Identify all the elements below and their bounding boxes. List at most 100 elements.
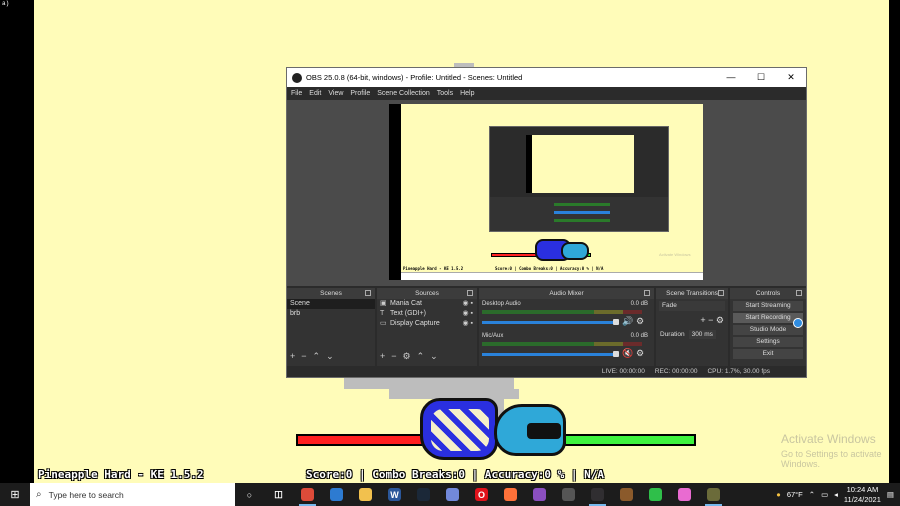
obs-docks: Scenes Scene brb + − ⌃ ⌄ Sources ▣ Mania Cat… — [287, 288, 806, 366]
weather-temp[interactable]: 67°F — [787, 490, 803, 499]
minimize-button[interactable]: — — [716, 72, 746, 83]
health-bar-player — [566, 434, 696, 446]
menu-file[interactable]: File — [291, 90, 302, 97]
search-box[interactable]: ⌕ Type here to search — [30, 483, 235, 506]
preview-taskbar — [401, 272, 703, 280]
task-view-icon[interactable]: ◫ — [264, 483, 293, 506]
menu-scene-collection[interactable]: Scene Collection — [377, 90, 430, 97]
add-icon[interactable]: + — [700, 315, 705, 325]
gear-icon[interactable]: ⚙ — [403, 351, 411, 362]
opera-icon[interactable]: O — [467, 483, 496, 506]
scene-item[interactable]: brb — [287, 309, 375, 319]
gamepad-icon[interactable] — [641, 483, 670, 506]
undock-icon[interactable] — [718, 290, 724, 296]
channel-db: 0.0 dB — [630, 301, 648, 307]
source-item[interactable]: ▭ Display Capture ◉ ▪ — [377, 319, 477, 329]
slider-handle[interactable] — [613, 319, 619, 325]
volume-slider[interactable] — [482, 321, 617, 324]
word-icon[interactable]: W — [380, 483, 409, 506]
muted-speaker-icon[interactable]: 🔇 — [622, 348, 633, 359]
minecraft-icon[interactable] — [612, 483, 641, 506]
browser-icon[interactable] — [496, 483, 525, 506]
duration-row: Duration 300 ms — [656, 328, 728, 341]
undock-icon[interactable] — [467, 290, 473, 296]
background-stairs-lower — [344, 377, 514, 389]
menu-view[interactable]: View — [328, 90, 343, 97]
source-item[interactable]: ▣ Mania Cat ◉ ▪ — [377, 299, 477, 309]
menu-tools[interactable]: Tools — [437, 90, 453, 97]
maximize-button[interactable]: ☐ — [746, 72, 776, 83]
close-button[interactable]: ✕ — [776, 72, 806, 83]
steam-icon[interactable] — [409, 483, 438, 506]
game-icon[interactable] — [699, 483, 728, 506]
notifications-icon[interactable]: ▤ — [887, 490, 894, 499]
image-icon: ▣ — [380, 300, 387, 307]
undock-icon[interactable] — [644, 290, 650, 296]
fnf-engine-icon-glyph — [562, 488, 575, 501]
scenes-header: Scenes — [287, 288, 375, 299]
eye-icon[interactable]: ◉ ▪ — [462, 309, 473, 319]
duration-input[interactable]: 300 ms — [688, 330, 716, 339]
scenes-title: Scenes — [320, 290, 342, 297]
chrome-icon[interactable] — [293, 483, 322, 506]
eye-icon[interactable]: ◉ ▪ — [462, 319, 473, 329]
move-down-icon[interactable]: ⌄ — [326, 351, 334, 362]
gear-icon[interactable]: ⚙ — [716, 315, 724, 325]
scene-item[interactable]: Scene — [287, 299, 375, 309]
start-streaming-button[interactable]: Start Streaming — [733, 301, 803, 311]
obs-preview[interactable]: Pineapple Hard - KE 1.5.2 Score:0 | Comb… — [287, 100, 806, 286]
volume-icon[interactable]: ◂ — [834, 490, 838, 499]
remove-icon[interactable]: − — [301, 351, 306, 362]
game-icon-glyph — [707, 488, 720, 501]
remove-icon[interactable]: − — [391, 351, 396, 362]
headphones-icon-glyph — [533, 488, 546, 501]
cpu-status: CPU: 1.7%, 30.00 fps — [707, 368, 770, 375]
add-icon[interactable]: + — [290, 351, 295, 362]
move-up-icon[interactable]: ⌃ — [313, 351, 321, 362]
gear-icon[interactable]: ⚙ — [636, 348, 644, 359]
file-explorer-icon[interactable] — [351, 483, 380, 506]
taskbar-apps: ○ ◫ W O — [235, 483, 728, 506]
move-up-icon[interactable]: ⌃ — [417, 351, 425, 362]
weather-icon[interactable]: ● — [776, 490, 781, 499]
remove-icon[interactable]: − — [708, 315, 713, 325]
chevron-up-icon[interactable]: ⌃ — [809, 490, 815, 499]
mixer-channel-desktop: Desktop Audio 0.0 dB 🔊 ⚙ — [479, 299, 654, 331]
cortana-icon[interactable]: ○ — [235, 483, 264, 506]
exit-button[interactable]: Exit — [733, 349, 803, 359]
obs-icon[interactable] — [583, 483, 612, 506]
undock-icon[interactable] — [796, 290, 802, 296]
pineapple-character — [420, 398, 498, 460]
add-icon[interactable]: + — [380, 351, 385, 362]
volume-slider[interactable] — [482, 353, 617, 356]
slider-handle[interactable] — [613, 351, 619, 357]
move-down-icon[interactable]: ⌄ — [430, 351, 438, 362]
menu-help[interactable]: Help — [460, 90, 474, 97]
windows-taskbar: ⊞ ⌕ Type here to search ○ ◫ W O ● 67°F ⌃ ▭ ◂… — [0, 483, 900, 506]
headphones-icon[interactable] — [525, 483, 554, 506]
undock-icon[interactable] — [365, 290, 371, 296]
gear-icon[interactable]: ⚙ — [636, 316, 644, 327]
discord-icon[interactable] — [438, 483, 467, 506]
obs-window[interactable]: OBS 25.0.8 (64-bit, windows) - Profile: … — [286, 67, 807, 378]
edge-icon[interactable] — [322, 483, 351, 506]
fnf-engine-icon[interactable] — [554, 483, 583, 506]
transition-select[interactable]: Fade — [659, 301, 725, 311]
speaker-icon[interactable]: 🔊 — [622, 316, 633, 327]
network-icon[interactable]: ▭ — [821, 490, 828, 499]
paint-icon[interactable] — [670, 483, 699, 506]
clock[interactable]: 10:24 AM 11/24/2021 — [844, 485, 881, 505]
eye-icon[interactable]: ◉ ▪ — [462, 299, 473, 309]
menu-profile[interactable]: Profile — [350, 90, 370, 97]
mixer-title: Audio Mixer — [549, 290, 584, 297]
preview-score-line: Score:0 | Combo Breaks:0 | Accuracy:0 % … — [495, 266, 604, 271]
obs-titlebar[interactable]: OBS 25.0.8 (64-bit, windows) - Profile: … — [287, 68, 806, 87]
rec-status: REC: 00:00:00 — [654, 368, 698, 375]
settings-button[interactable]: Settings — [733, 337, 803, 347]
start-button[interactable]: ⊞ — [0, 483, 30, 506]
activate-title: Activate Windows — [781, 432, 876, 446]
studio-mode-button[interactable]: Studio Mode — [733, 325, 803, 335]
source-item[interactable]: T Text (GDI+) ◉ ▪ — [377, 309, 477, 319]
clock-time: 10:24 AM — [846, 484, 879, 494]
menu-edit[interactable]: Edit — [309, 90, 321, 97]
